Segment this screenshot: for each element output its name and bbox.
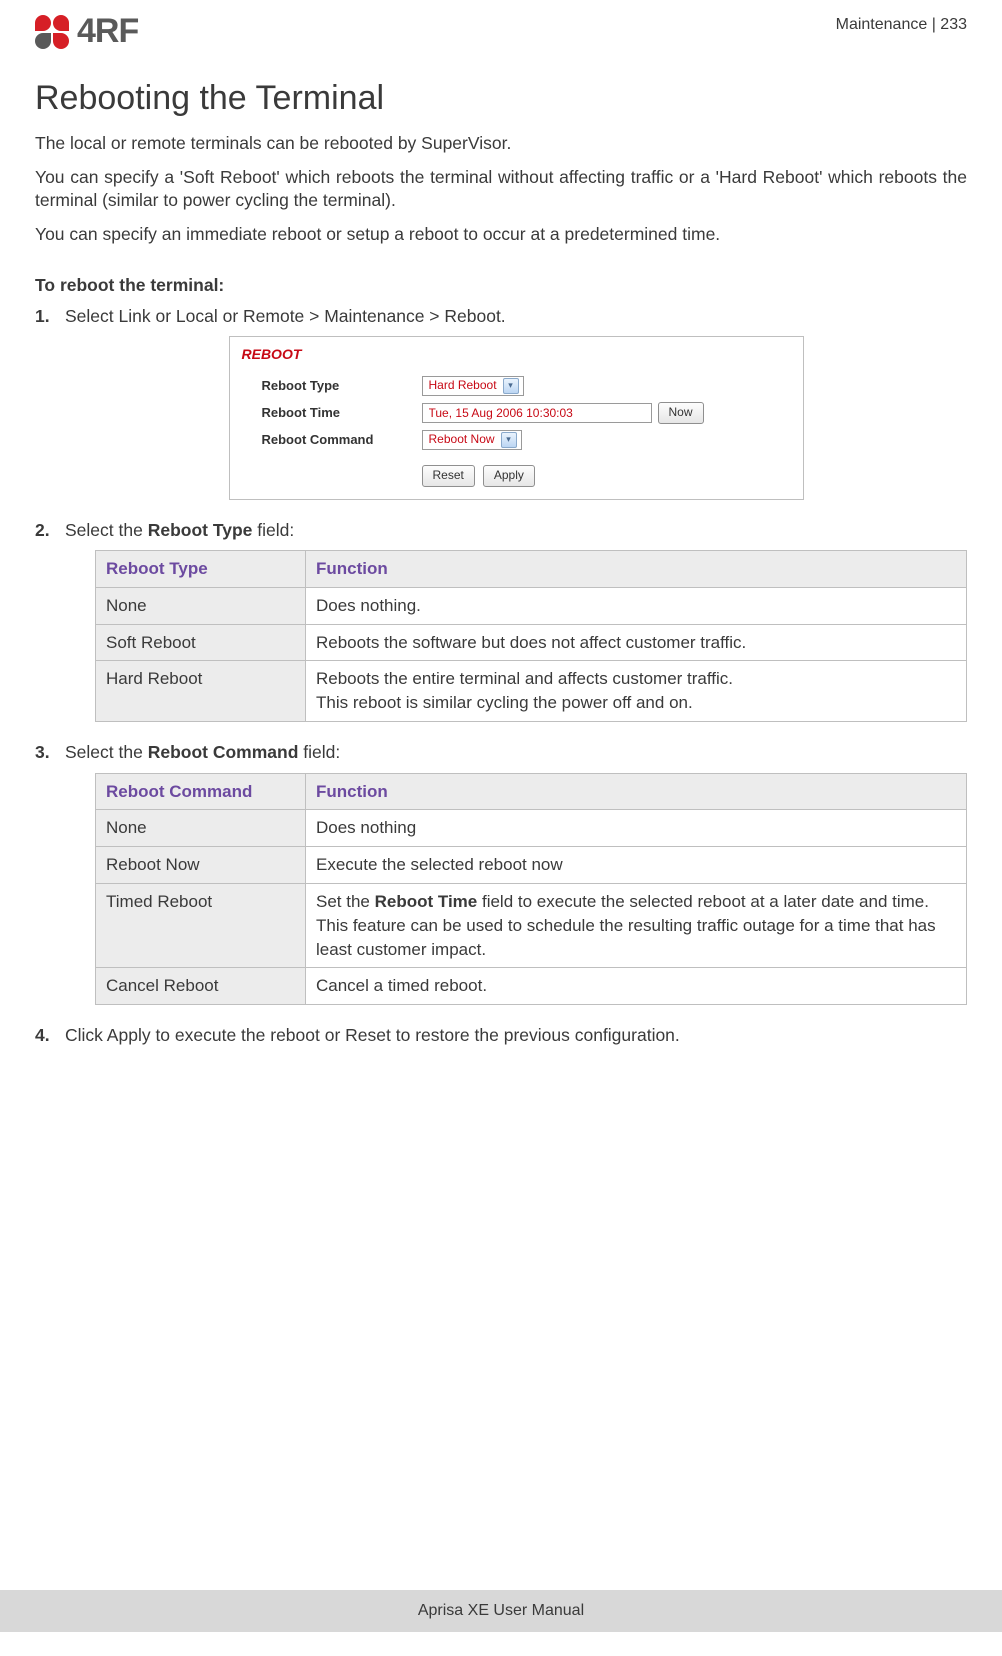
procedure-heading: To reboot the terminal: bbox=[35, 275, 967, 296]
step-2-bold: Reboot Type bbox=[148, 520, 253, 540]
t2-r2-c1: Timed Reboot bbox=[96, 883, 306, 967]
t2-r2-c2: Set the Reboot Time field to execute the… bbox=[306, 883, 967, 967]
table-row: Cancel Reboot Cancel a timed reboot. bbox=[96, 968, 967, 1005]
section-name: Maintenance bbox=[836, 16, 928, 33]
step-4-text: Click Apply to execute the reboot or Res… bbox=[65, 1025, 680, 1045]
t1-r0-c1: None bbox=[96, 587, 306, 624]
intro-p3: You can specify an immediate reboot or s… bbox=[35, 223, 967, 247]
step-3: Select the Reboot Command field: Reboot … bbox=[35, 740, 967, 1005]
t2-r1-c2: Execute the selected reboot now bbox=[306, 847, 967, 884]
t1-r2-c1: Hard Reboot bbox=[96, 661, 306, 722]
table-row: Hard Reboot Reboots the entire terminal … bbox=[96, 661, 967, 722]
row-reboot-time: Reboot Time Now bbox=[230, 399, 803, 427]
t1-r0-c2: Does nothing. bbox=[306, 587, 967, 624]
t2-r3-c1: Cancel Reboot bbox=[96, 968, 306, 1005]
step-2-pre: Select the bbox=[65, 520, 148, 540]
t2-r0-c2: Does nothing bbox=[306, 810, 967, 847]
select-reboot-command-value: Reboot Now bbox=[429, 431, 495, 448]
step-2: Select the Reboot Type field: Reboot Typ… bbox=[35, 518, 967, 722]
t1-h2: Function bbox=[306, 551, 967, 588]
reboot-command-table: Reboot Command Function None Does nothin… bbox=[95, 773, 967, 1006]
t2-r0-c1: None bbox=[96, 810, 306, 847]
table-row: Reboot Now Execute the selected reboot n… bbox=[96, 847, 967, 884]
select-reboot-type[interactable]: Hard Reboot ▾ bbox=[422, 376, 524, 396]
reboot-type-table: Reboot Type Function None Does nothing. … bbox=[95, 550, 967, 722]
step-4: Click Apply to execute the reboot or Res… bbox=[35, 1023, 967, 1048]
table-row: Timed Reboot Set the Reboot Time field t… bbox=[96, 883, 967, 967]
select-reboot-command[interactable]: Reboot Now ▾ bbox=[422, 430, 522, 450]
t2-r3-c2: Cancel a timed reboot. bbox=[306, 968, 967, 1005]
input-reboot-time[interactable] bbox=[422, 403, 652, 423]
step-3-post: field: bbox=[298, 742, 340, 762]
now-button[interactable]: Now bbox=[658, 402, 704, 424]
t2-r2-b: Reboot Time bbox=[375, 892, 478, 911]
table-row: Soft Reboot Reboots the software but doe… bbox=[96, 624, 967, 661]
logo: 4RF bbox=[35, 12, 138, 51]
select-reboot-type-value: Hard Reboot bbox=[429, 377, 497, 394]
chevron-down-icon: ▾ bbox=[503, 378, 519, 394]
step-3-bold: Reboot Command bbox=[148, 742, 299, 762]
row-reboot-command: Reboot Command Reboot Now ▾ bbox=[230, 427, 803, 453]
row-reboot-type: Reboot Type Hard Reboot ▾ bbox=[230, 373, 803, 399]
chevron-down-icon: ▾ bbox=[501, 432, 517, 448]
footer: Aprisa XE User Manual bbox=[0, 1590, 1002, 1632]
header-sep: | bbox=[927, 16, 940, 33]
t1-h1: Reboot Type bbox=[96, 551, 306, 588]
reset-button[interactable]: Reset bbox=[422, 465, 475, 487]
t2-h1: Reboot Command bbox=[96, 773, 306, 810]
label-reboot-time: Reboot Time bbox=[262, 404, 422, 422]
step-1-text: Select Link or Local or Remote > Mainten… bbox=[65, 306, 506, 326]
apply-button[interactable]: Apply bbox=[483, 465, 535, 487]
t1-r2-c2: Reboots the entire terminal and affects … bbox=[306, 661, 967, 722]
table-row: None Does nothing bbox=[96, 810, 967, 847]
logo-text: 4RF bbox=[77, 12, 138, 51]
t1-r1-c2: Reboots the software but does not affect… bbox=[306, 624, 967, 661]
panel-title: REBOOT bbox=[230, 337, 803, 373]
page-title: Rebooting the Terminal bbox=[35, 79, 967, 118]
step-3-pre: Select the bbox=[65, 742, 148, 762]
t1-r1-c1: Soft Reboot bbox=[96, 624, 306, 661]
step-1: Select Link or Local or Remote > Mainten… bbox=[35, 304, 967, 500]
page-header: 4RF Maintenance | 233 bbox=[35, 12, 967, 51]
logo-mark-icon bbox=[35, 15, 69, 49]
label-reboot-type: Reboot Type bbox=[262, 377, 422, 395]
step-2-post: field: bbox=[252, 520, 294, 540]
reboot-panel-screenshot: REBOOT Reboot Type Hard Reboot ▾ Reboot … bbox=[229, 336, 804, 500]
t2-h2: Function bbox=[306, 773, 967, 810]
header-meta: Maintenance | 233 bbox=[836, 12, 967, 34]
t2-r2-pre: Set the bbox=[316, 892, 375, 911]
intro-p1: The local or remote terminals can be reb… bbox=[35, 132, 967, 156]
page-number: 233 bbox=[940, 16, 967, 33]
t2-r1-c1: Reboot Now bbox=[96, 847, 306, 884]
label-reboot-command: Reboot Command bbox=[262, 431, 422, 449]
table-row: None Does nothing. bbox=[96, 587, 967, 624]
intro-p2: You can specify a 'Soft Reboot' which re… bbox=[35, 166, 967, 213]
